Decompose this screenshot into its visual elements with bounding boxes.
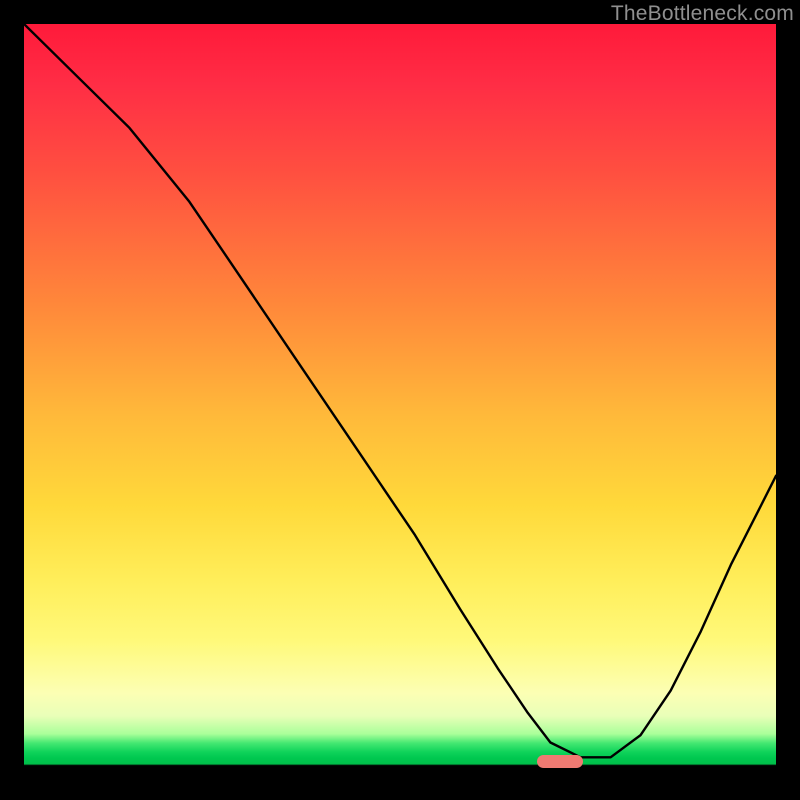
watermark-text: TheBottleneck.com <box>611 2 794 26</box>
chart-frame <box>24 24 776 776</box>
plot-gradient-background <box>24 24 776 776</box>
